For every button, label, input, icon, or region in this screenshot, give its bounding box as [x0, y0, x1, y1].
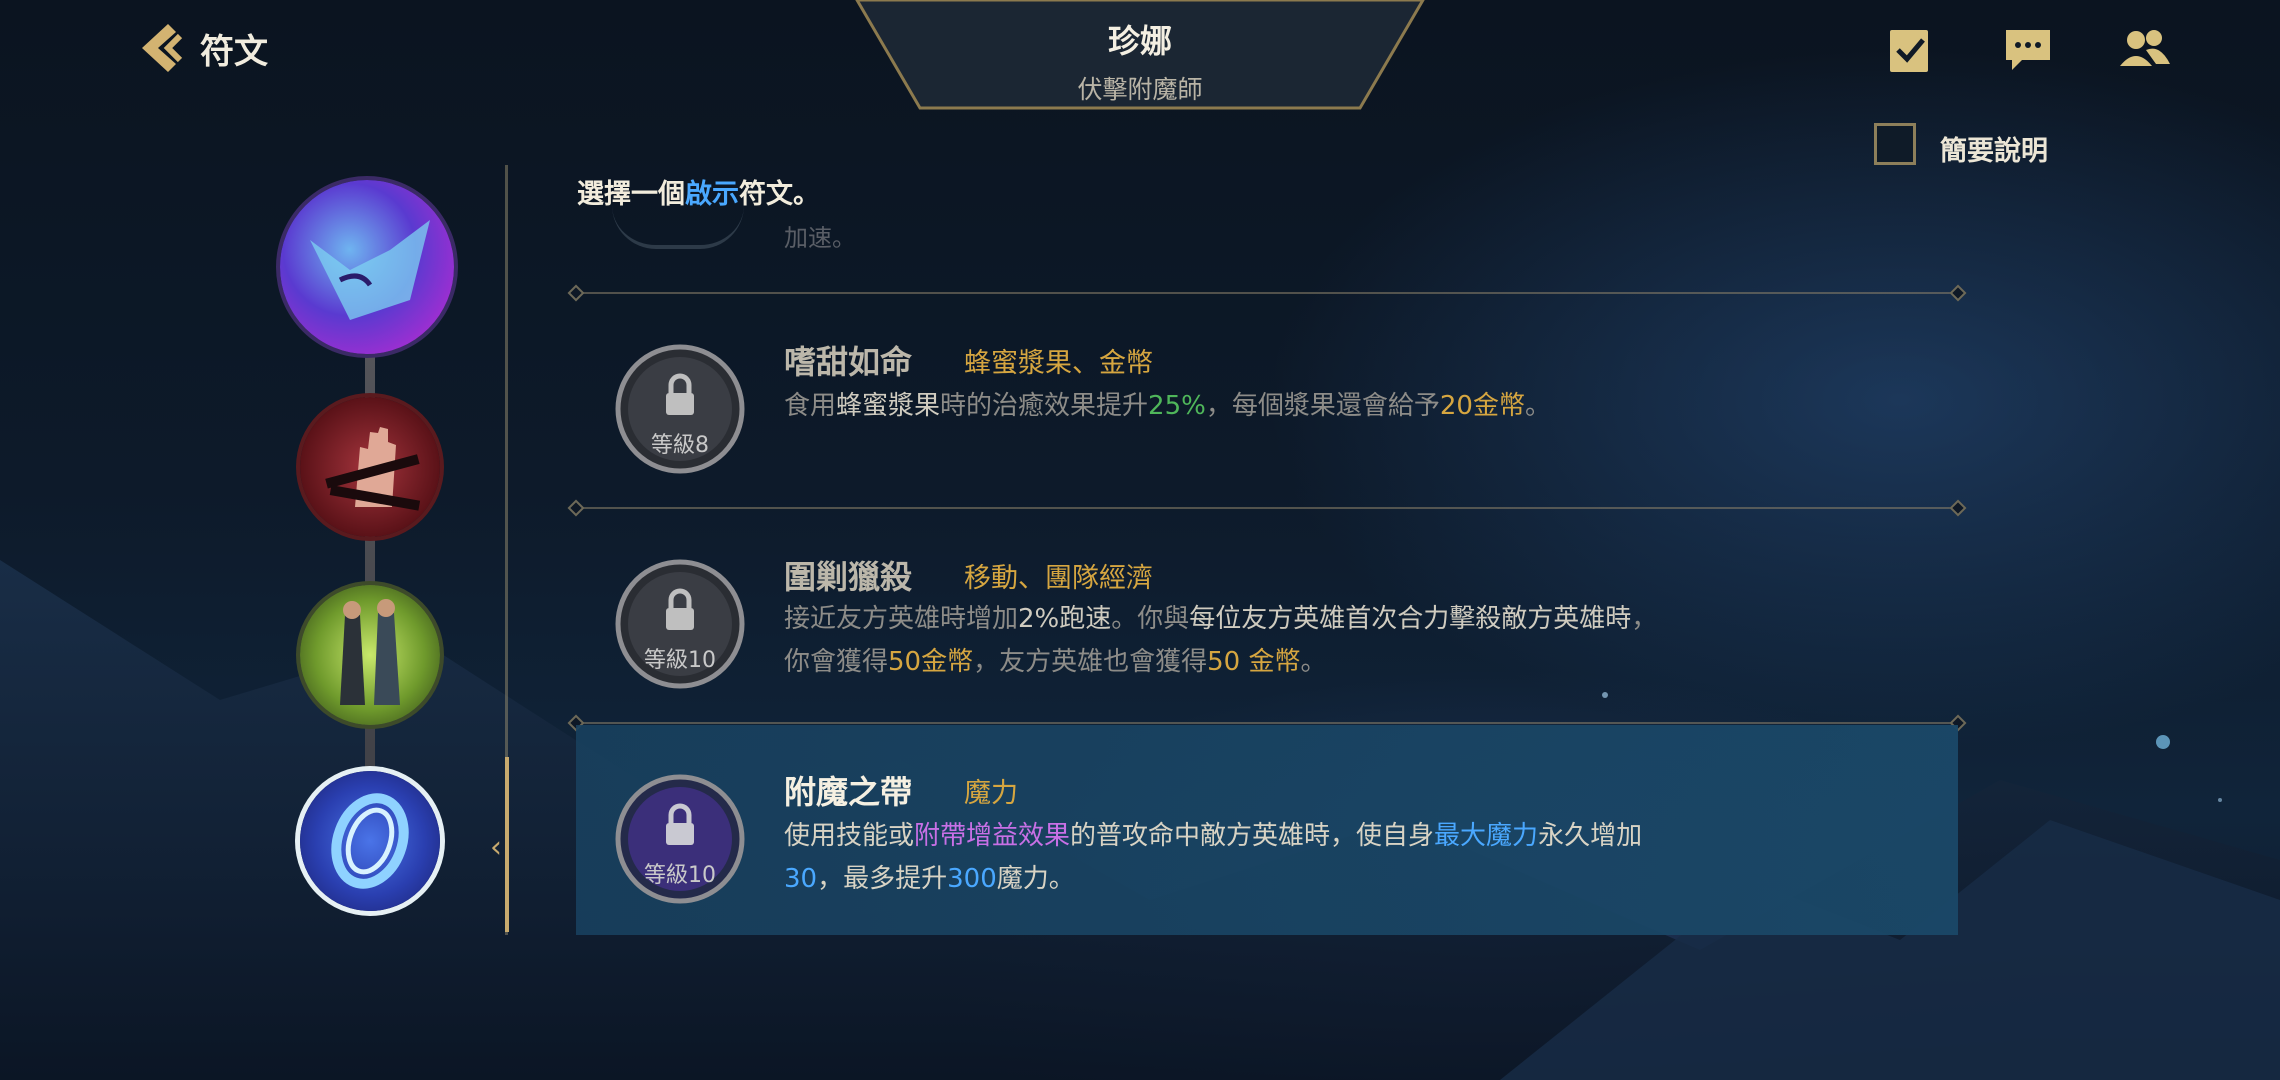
- summary-checkbox[interactable]: [1874, 123, 1916, 165]
- desc-segment: ，最多提升: [817, 864, 948, 894]
- desc-segment: 魔力。: [996, 864, 1075, 894]
- rune-name: 圍剿獵殺: [784, 558, 913, 596]
- list-divider: [576, 292, 1958, 294]
- rune-row[interactable]: 等級8 嗜甜如命 蜂蜜漿果、金幣 食用蜂蜜漿果時的治癒效果提升25%，每個漿果還…: [576, 295, 1958, 505]
- desc-segment: 你會獲得: [784, 647, 889, 677]
- rune-tags: 移動、團隊經濟: [964, 563, 1153, 594]
- desc-segment: 50 金幣: [1207, 647, 1301, 677]
- rune-name: 嗜甜如命: [784, 343, 913, 381]
- desc-segment: 蜂蜜漿果: [836, 391, 941, 421]
- list-divider: [576, 507, 1958, 509]
- back-button[interactable]: [128, 18, 192, 78]
- checklist-icon[interactable]: [1882, 22, 1938, 78]
- lock-level-label: 等級8: [651, 433, 709, 458]
- rune-tags: 蜂蜜漿果、金幣: [964, 348, 1153, 379]
- desc-segment: 300: [947, 864, 997, 894]
- desc-segment: 每位友方英雄首次合力擊殺敵方英雄時: [1189, 604, 1632, 634]
- partial-rune-desc: 加速。: [784, 224, 856, 252]
- desc-segment: 接近友方英雄時增加: [784, 604, 1019, 634]
- rune-desc-line: 食用蜂蜜漿果時的治癒效果提升25%，每個漿果還會給予20金幣。: [784, 385, 1551, 422]
- rune-row-selected[interactable]: 等級10 附魔之帶 魔力 使用技能或附帶增益效果的普攻命中敵方英雄時，使自身最大…: [576, 725, 1958, 935]
- desc-segment: 。你與: [1111, 604, 1190, 634]
- rune-tags: 魔力: [964, 778, 1018, 809]
- desc-segment: 25%: [1148, 391, 1206, 421]
- desc-segment: 2%跑速: [1018, 604, 1112, 634]
- rune-name: 附魔之帶: [784, 773, 913, 811]
- desc-segment: 的普攻命中敵方英雄時，使自身: [1070, 821, 1435, 851]
- desc-segment: 時的治癒效果提升: [940, 391, 1149, 421]
- desc-segment: 附帶增益效果: [914, 821, 1071, 851]
- inspiration-band-icon[interactable]: [300, 771, 440, 911]
- desc-segment: 30: [784, 864, 818, 894]
- desc-segment: 。: [1524, 391, 1551, 421]
- friends-icon[interactable]: [2116, 22, 2172, 78]
- rune-desc-line: 使用技能或附帶增益效果的普攻命中敵方英雄時，使自身最大魔力永久增加: [784, 815, 1642, 852]
- desc-segment: 最大魔力: [1434, 821, 1539, 851]
- chat-icon[interactable]: [2000, 22, 2056, 78]
- champion-subtitle: 伏擊附魔師: [1077, 75, 1203, 104]
- desc-segment: 使用技能或: [784, 821, 915, 851]
- list-divider: [576, 722, 1958, 724]
- resolve-duo-icon[interactable]: [300, 585, 440, 725]
- rune-desc-line: 接近友方英雄時增加2%跑速。你與每位友方英雄首次合力擊殺敵方英雄時，: [784, 598, 1657, 635]
- desc-segment: 。: [1300, 647, 1327, 677]
- rail-selected-indicator: [505, 757, 509, 932]
- desc-segment: ，每個漿果還會給予: [1205, 391, 1440, 421]
- desc-segment: 50金幣: [888, 647, 974, 677]
- rune-desc-line: 30，最多提升300魔力。: [784, 858, 1075, 895]
- lock-level-label: 等級10: [644, 648, 716, 673]
- lock-level-label: 等級10: [644, 863, 716, 888]
- desc-segment: 20金幣: [1439, 391, 1525, 421]
- desc-segment: ，友方英雄也會獲得: [973, 647, 1208, 677]
- keystone-fox-icon[interactable]: [280, 180, 454, 354]
- desc-segment: ，: [1631, 604, 1658, 634]
- chevron-left-icon: ‹: [490, 830, 502, 865]
- page-title: 符文: [200, 32, 268, 72]
- domination-hand-icon[interactable]: [300, 397, 440, 537]
- desc-segment: 食用: [784, 391, 837, 421]
- summary-label: 簡要說明: [1940, 136, 2048, 167]
- rune-desc-line: 你會獲得50金幣，友方英雄也會獲得50 金幣。: [784, 641, 1327, 678]
- desc-segment: 永久增加: [1538, 821, 1643, 851]
- rune-row[interactable]: 等級10 圍剿獵殺 移動、團隊經濟 接近友方英雄時增加2%跑速。你與每位友方英雄…: [576, 510, 1958, 720]
- champion-name: 珍娜: [1107, 22, 1172, 60]
